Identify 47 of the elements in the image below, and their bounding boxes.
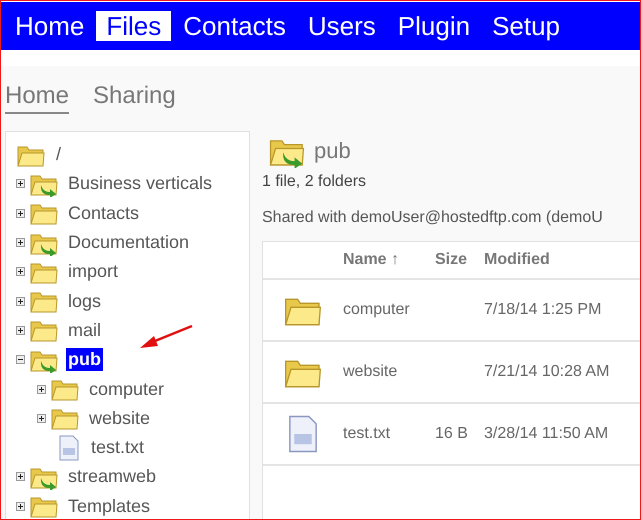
expand-toggle-icon[interactable] <box>16 238 25 248</box>
shared-with-text: Shared with demoUser@hostedftp.com (demoU <box>262 209 604 227</box>
tree-item[interactable]: import <box>66 260 120 284</box>
nav-tab[interactable]: Setup <box>482 11 570 41</box>
tree-item[interactable]: Business verticals <box>66 172 214 196</box>
expand-toggle-icon[interactable] <box>37 384 46 394</box>
nav-tab[interactable]: Plugin <box>388 11 480 41</box>
tree-item[interactable]: Templates <box>66 494 152 518</box>
tree-item[interactable]: computer <box>87 378 166 401</box>
file-icon <box>288 415 318 453</box>
tree-item[interactable]: website <box>87 406 152 430</box>
nav-tab[interactable]: Files <box>96 11 172 41</box>
nav-tab[interactable]: Contacts <box>173 11 296 41</box>
tree-item[interactable]: mail <box>66 318 104 342</box>
tree-item[interactable]: streamweb <box>66 465 158 488</box>
expand-toggle-icon[interactable] <box>37 414 46 423</box>
expand-toggle-icon[interactable] <box>16 502 25 511</box>
tree-item[interactable]: / <box>54 143 64 166</box>
modified-date: 7/21/14 10:28 AM <box>484 363 610 381</box>
expand-toggle-icon[interactable] <box>16 326 25 335</box>
modified-date: 3/28/14 11:50 AM <box>484 425 608 443</box>
nav-tab[interactable]: Users <box>298 11 386 41</box>
tree-item[interactable]: logs <box>66 290 104 313</box>
sub-tab[interactable]: Sharing <box>93 82 176 112</box>
file-name[interactable]: test.txt <box>343 425 435 443</box>
folder-summary: 1 file, 2 folders <box>262 173 368 191</box>
expand-toggle-icon[interactable] <box>16 208 25 218</box>
expand-toggle-icon[interactable] <box>16 355 25 364</box>
folder-title: pub <box>314 138 351 164</box>
expand-toggle-icon[interactable] <box>16 296 25 306</box>
expand-toggle-icon[interactable] <box>16 267 25 276</box>
tree-item[interactable]: Documentation <box>66 231 192 254</box>
file-name[interactable]: computer <box>343 301 435 319</box>
tree-item[interactable]: Contacts <box>66 202 142 225</box>
nav-tab[interactable]: Home <box>5 11 94 41</box>
file-icon <box>58 434 80 461</box>
file-name[interactable]: website <box>343 363 435 381</box>
tree-item[interactable]: pub <box>66 348 103 372</box>
column-header[interactable]: Size <box>435 251 484 269</box>
sub-tab[interactable]: Home <box>5 82 70 114</box>
column-header[interactable]: Modified <box>484 251 550 269</box>
modified-date: 7/18/14 1:25 PM <box>484 301 602 319</box>
expand-toggle-icon[interactable] <box>16 179 25 188</box>
tree-item[interactable]: test.txt <box>89 436 146 460</box>
column-header[interactable]: Name ↑ <box>343 251 435 269</box>
file-size: 16 B <box>435 425 468 442</box>
expand-toggle-icon[interactable] <box>16 472 25 482</box>
